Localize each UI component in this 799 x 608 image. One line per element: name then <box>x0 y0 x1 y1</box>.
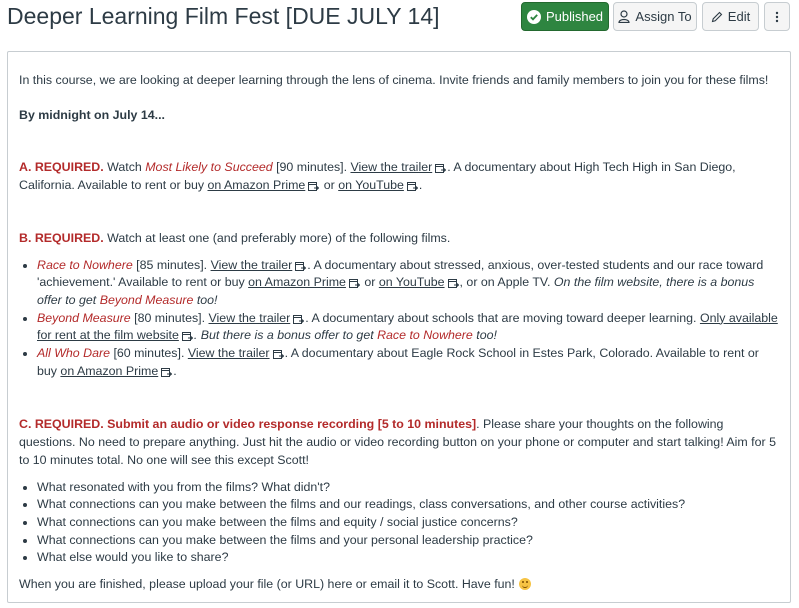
amazon-link[interactable]: on Amazon Prime <box>60 364 158 378</box>
youtube-link[interactable]: on YouTube <box>338 178 404 192</box>
list-item: What resonated with you from the films? … <box>37 479 779 497</box>
list-item: What connections can you make between th… <box>37 532 779 550</box>
intro-text: In this course, we are looking at deeper… <box>19 73 769 87</box>
list-item: Race to Nowhere [85 minutes]. View the t… <box>37 257 779 310</box>
check-circle-icon <box>526 9 541 24</box>
pencil-icon <box>711 11 723 22</box>
trailer-link[interactable]: View the trailer <box>350 160 432 174</box>
external-link-icon <box>161 367 173 377</box>
edit-label: Edit <box>727 9 751 24</box>
section-a: A. REQUIRED. Watch Most Likely to Succee… <box>19 160 736 193</box>
closing-text: When you are finished, please upload you… <box>19 577 515 592</box>
published-label: Published <box>545 9 604 24</box>
film-title: Race to Nowhere <box>37 257 133 272</box>
assignment-description: In this course, we are looking at deeper… <box>7 51 791 603</box>
assign-to-label: Assign To <box>635 9 692 24</box>
section-c-required: C. REQUIRED. Submit an audio or video re… <box>19 417 477 432</box>
deadline-text: By midnight on July 14... <box>19 107 165 122</box>
user-icon <box>618 10 631 23</box>
edit-button[interactable]: Edit <box>702 2 759 31</box>
more-options-button[interactable] <box>764 2 790 31</box>
external-link-icon <box>272 350 284 360</box>
list-item: What connections can you make between th… <box>37 496 779 514</box>
external-link-icon <box>348 279 360 289</box>
page-header: Deeper Learning Film Fest [DUE JULY 14] … <box>0 0 799 40</box>
question-list: What resonated with you from the films? … <box>19 479 779 568</box>
list-item: What connections can you make between th… <box>37 514 779 532</box>
list-item: Beyond Measure [80 minutes]. View the tr… <box>37 310 779 345</box>
assign-to-button[interactable]: Assign To <box>613 2 697 31</box>
external-link-icon <box>293 314 305 324</box>
trailer-link[interactable]: View the trailer <box>209 311 291 325</box>
amazon-link[interactable]: on Amazon Prime <box>248 275 346 289</box>
film-title: Beyond Measure <box>99 292 194 307</box>
external-link-icon <box>308 182 320 192</box>
external-link-icon <box>447 279 459 289</box>
more-vertical-icon <box>775 11 779 22</box>
youtube-link[interactable]: on YouTube <box>379 275 445 289</box>
published-button[interactable]: Published <box>521 2 609 31</box>
list-item: All Who Dare [60 minutes]. View the trai… <box>37 345 779 380</box>
external-link-icon <box>435 164 447 174</box>
film-title: All Who Dare <box>37 346 110 361</box>
film-title: Most Likely to Succeed <box>145 160 273 175</box>
closing-paragraph: When you are finished, please upload you… <box>19 576 779 594</box>
section-b: B. REQUIRED. Watch at least one (and pre… <box>19 230 451 245</box>
section-a-required: A. REQUIRED. <box>19 160 104 175</box>
external-link-icon <box>295 261 307 271</box>
film-list: Race to Nowhere [85 minutes]. View the t… <box>19 257 779 381</box>
trailer-link[interactable]: View the trailer <box>188 346 270 360</box>
external-link-icon <box>181 332 193 342</box>
amazon-link[interactable]: on Amazon Prime <box>208 178 306 192</box>
section-b-required: B. REQUIRED. <box>19 230 104 245</box>
smiley-icon <box>518 578 531 591</box>
list-item: What else would you like to share? <box>37 549 779 567</box>
film-title: Beyond Measure <box>37 310 131 325</box>
section-c: C. REQUIRED. Submit an audio or video re… <box>19 417 776 467</box>
page-title: Deeper Learning Film Fest [DUE JULY 14] <box>7 3 440 29</box>
film-title: Race to Nowhere <box>377 328 473 343</box>
trailer-link[interactable]: View the trailer <box>211 258 293 272</box>
external-link-icon <box>406 182 418 192</box>
